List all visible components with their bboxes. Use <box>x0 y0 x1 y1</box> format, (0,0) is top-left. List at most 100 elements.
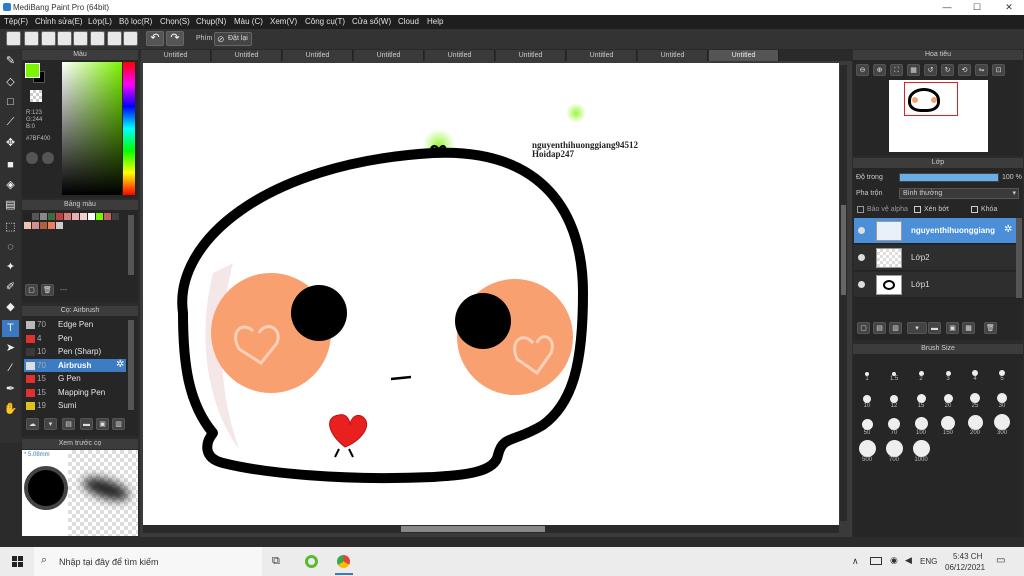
brush-size-option[interactable]: 5 <box>990 360 1014 382</box>
menu-tools[interactable]: Công cụ(T) <box>305 17 345 26</box>
close-button[interactable]: ✕ <box>1002 2 1016 13</box>
comment-icon[interactable] <box>41 31 56 46</box>
app-launcher-icon[interactable] <box>305 555 318 568</box>
actual-size-icon[interactable]: ▦ <box>907 64 920 76</box>
visibility-eye-icon[interactable] <box>858 227 865 234</box>
brush-size-option[interactable]: 200 <box>963 414 987 436</box>
brush-item[interactable]: 4 Pen <box>24 332 126 345</box>
duplicate-layer-icon[interactable]: ▥ <box>889 322 902 334</box>
brush-size-option[interactable]: 500 <box>855 440 879 463</box>
horizontal-scroll-thumb[interactable] <box>401 526 545 532</box>
brush-item[interactable]: 15 Mapping Pen <box>24 386 126 399</box>
menu-color[interactable]: Màu (C) <box>234 17 263 26</box>
tab-untitled[interactable]: Untitled <box>567 50 637 61</box>
palette-swatch[interactable] <box>24 213 31 220</box>
alpha-protect-checkbox[interactable] <box>857 206 864 213</box>
layer-scrollbar[interactable] <box>1016 218 1022 298</box>
lasso-tool-icon[interactable]: ◌ <box>2 239 19 256</box>
palette-swatch[interactable] <box>32 222 39 229</box>
layer-row[interactable]: Lớp2 <box>854 245 1016 271</box>
brush-size-option[interactable]: 300 <box>990 414 1014 436</box>
clock-time[interactable]: 5:43 CH <box>953 552 982 561</box>
palette-swatch[interactable] <box>40 213 47 220</box>
delete-palette-icon[interactable]: 🗑 <box>41 284 54 296</box>
brush-menu-icon[interactable]: ▾ <box>44 418 57 430</box>
tab-untitled[interactable]: Untitled <box>496 50 566 61</box>
brush-size-option[interactable]: 10 <box>855 387 879 409</box>
undo-button[interactable]: ↶ <box>146 31 164 46</box>
pen-tool-icon[interactable]: ✒ <box>2 381 19 398</box>
gradient-tool-icon[interactable]: ▤ <box>2 197 19 214</box>
brush-size-option[interactable]: 25 <box>963 387 987 409</box>
tab-untitled[interactable]: Untitled <box>283 50 353 61</box>
brush-size-option[interactable]: 15 <box>909 387 933 409</box>
hand-tool-icon[interactable]: ✋ <box>2 401 19 418</box>
windows-start-icon[interactable] <box>12 556 24 568</box>
foreground-color-swatch[interactable] <box>25 63 40 78</box>
fit-icon[interactable]: ⛶ <box>890 64 903 76</box>
tab-untitled[interactable]: Untitled <box>354 50 424 61</box>
brush-size-option[interactable]: 12 <box>882 387 906 409</box>
brush-tool-icon[interactable]: ✎ <box>2 53 19 70</box>
zoom-out-icon[interactable]: ⊖ <box>856 64 869 76</box>
saturation-value-square[interactable] <box>62 62 122 195</box>
menu-snap[interactable]: Chụp(N) <box>196 17 226 26</box>
grid-icon[interactable] <box>123 31 138 46</box>
brush-size-option[interactable]: 1000 <box>909 440 933 463</box>
menu-help[interactable]: Help <box>427 17 443 26</box>
add-brush-icon[interactable]: ☁ <box>26 418 39 430</box>
lock-checkbox[interactable] <box>971 206 978 213</box>
minimize-button[interactable]: — <box>940 2 954 13</box>
reset-rotation-icon[interactable]: ⟲ <box>958 64 971 76</box>
palette-swatch[interactable] <box>80 213 87 220</box>
new-halftone-layer-icon[interactable]: ▤ <box>873 322 886 334</box>
tab-untitled[interactable]: Untitled <box>638 50 708 61</box>
layer-settings-icon[interactable]: ▦ <box>962 322 975 334</box>
select-eraser-tool-icon[interactable]: ◆ <box>2 299 19 316</box>
brush-size-option[interactable]: 20 <box>936 387 960 409</box>
chat-icon[interactable] <box>57 31 72 46</box>
layer-folder-icon[interactable]: ▬ <box>928 322 941 334</box>
brush-size-option[interactable]: 2 <box>909 360 933 382</box>
cloud-icon[interactable] <box>6 31 21 46</box>
list-icon[interactable] <box>90 31 105 46</box>
palette-swatch[interactable] <box>40 222 47 229</box>
document-icon[interactable] <box>107 31 122 46</box>
brush-size-option[interactable]: 700 <box>882 440 906 463</box>
transparent-color-swatch[interactable] <box>30 90 42 102</box>
menu-file[interactable]: Tệp(F) <box>4 17 28 26</box>
brush-size-option[interactable]: 1 <box>855 360 879 382</box>
brush-item[interactable]: 70 Airbrush ✲ <box>24 358 126 372</box>
text-tool-icon[interactable]: T <box>2 320 19 337</box>
layer-row[interactable]: Lớp1 <box>854 272 1016 298</box>
select-rect-tool-icon[interactable]: ⬚ <box>2 219 19 236</box>
navigator-lock-icon[interactable]: ⊡ <box>992 64 1005 76</box>
reset-button[interactable]: ⊘ Đặt lại <box>214 32 252 46</box>
rotate-left-icon[interactable]: ↺ <box>924 64 937 76</box>
menu-filter[interactable]: Bộ lọc(R) <box>119 17 152 26</box>
merge-down-icon[interactable]: ▣ <box>946 322 959 334</box>
battery-icon[interactable] <box>870 557 882 565</box>
menu-select[interactable]: Chọn(S) <box>160 17 190 26</box>
new-layer-icon[interactable]: ▢ <box>857 322 870 334</box>
palette-swatch[interactable] <box>24 222 31 229</box>
brush-folder-icon[interactable]: ▬ <box>80 418 93 430</box>
gear-icon[interactable]: ✲ <box>1004 224 1012 235</box>
line-tool-icon[interactable]: ⟋ <box>2 114 19 131</box>
language-indicator[interactable]: ENG <box>920 557 937 566</box>
menu-window[interactable]: Cửa sổ(W) <box>352 17 391 26</box>
palette-swatch[interactable] <box>56 213 63 220</box>
chrome-icon[interactable] <box>337 555 350 568</box>
tab-untitled[interactable]: Untitled <box>141 50 211 61</box>
canvas[interactable]: nguyenthihuonggiang94512 Hoidap247 <box>143 63 839 525</box>
brush-size-option[interactable]: 70 <box>882 414 906 436</box>
palette-swatch[interactable] <box>112 213 119 220</box>
navigator-thumbnail[interactable] <box>889 80 988 152</box>
palette-swatch[interactable] <box>104 213 111 220</box>
volume-icon[interactable]: ◀ <box>905 555 912 566</box>
upload-icon[interactable] <box>24 31 39 46</box>
maximize-button[interactable]: ☐ <box>970 2 984 13</box>
brush-size-option[interactable]: 150 <box>936 414 960 436</box>
brush-size-option[interactable]: 30 <box>990 387 1014 409</box>
brush-item[interactable]: 70 Edge Pen <box>24 318 126 331</box>
